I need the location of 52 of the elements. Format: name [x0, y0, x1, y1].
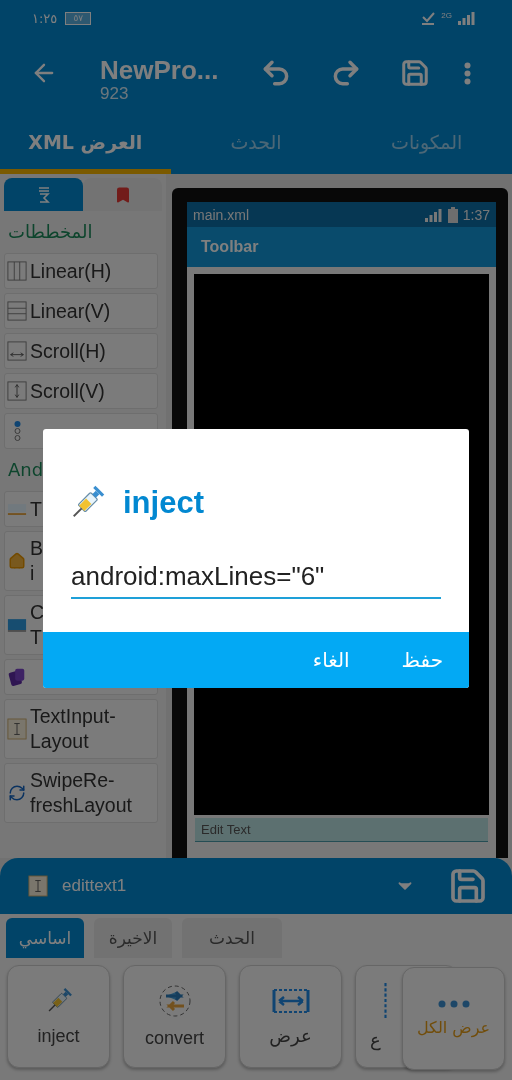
- tab-icon: [7, 502, 27, 516]
- section-title: المخططات: [7, 220, 94, 244]
- text-cursor-icon: [7, 718, 27, 740]
- tab[interactable]: الاخيرة: [94, 918, 172, 958]
- width-icon: [270, 986, 311, 1015]
- columns-icon: [7, 261, 27, 281]
- screen-icon: [7, 617, 27, 633]
- status-time: ١:٢٥: [32, 10, 58, 26]
- palette-item[interactable]: Linear(H): [4, 253, 158, 289]
- preview-toolbar: Toolbar: [187, 227, 496, 267]
- section-title: And: [7, 458, 45, 482]
- more-icon: [464, 61, 471, 85]
- action-card[interactable]: convert: [123, 965, 226, 1068]
- battery-icon: [447, 206, 458, 223]
- file-name: main.xml: [193, 206, 249, 223]
- tab[interactable]: الحدث: [182, 918, 282, 958]
- palette-item[interactable]: SwipeRe- freshLayout: [4, 763, 158, 823]
- signal-icon: [458, 11, 476, 25]
- action-card[interactable]: عرض: [239, 965, 342, 1068]
- rows-icon: [7, 301, 27, 321]
- cards-icon: [7, 667, 27, 687]
- palette-tab[interactable]: [4, 178, 83, 211]
- palette-item[interactable]: Linear(V): [4, 293, 158, 329]
- check-icon: [421, 11, 436, 25]
- save-icon: [448, 866, 488, 906]
- palette-item[interactable]: Scroll(V): [4, 373, 158, 409]
- palette-tab[interactable]: [83, 178, 162, 211]
- text-cursor-icon: [28, 875, 48, 897]
- edit-text-field[interactable]: Edit Text: [195, 818, 488, 842]
- dialog-title: inject: [123, 485, 204, 521]
- widgets-icon: [36, 184, 51, 205]
- dialog-button[interactable]: حفظ: [397, 644, 447, 676]
- refresh-icon: [8, 784, 26, 802]
- action-card[interactable]: inject: [7, 965, 110, 1068]
- project-subtitle: 923: [100, 85, 130, 103]
- dialog-button[interactable]: الغاء: [308, 644, 354, 676]
- network-type: 2G: [441, 11, 452, 20]
- vertical-scroll-icon: [7, 381, 27, 401]
- swap-arrows-icon: [157, 984, 192, 1018]
- dots-icon: [437, 1000, 470, 1008]
- palette-item[interactable]: Scroll(H): [4, 333, 158, 369]
- height-icon: [384, 982, 387, 1019]
- save-icon: [400, 58, 430, 88]
- horizontal-scroll-icon: [7, 341, 27, 361]
- tab[interactable]: اساسي: [6, 918, 84, 958]
- preview-time: 1:37: [462, 206, 490, 223]
- project-title: NewPro...: [100, 55, 220, 85]
- palette-item[interactable]: TextInput- Layout: [4, 699, 158, 759]
- signal-icon: [424, 207, 443, 222]
- radio-icon: [13, 420, 21, 442]
- component-name: edittext1: [62, 876, 128, 896]
- home-icon: [8, 552, 26, 570]
